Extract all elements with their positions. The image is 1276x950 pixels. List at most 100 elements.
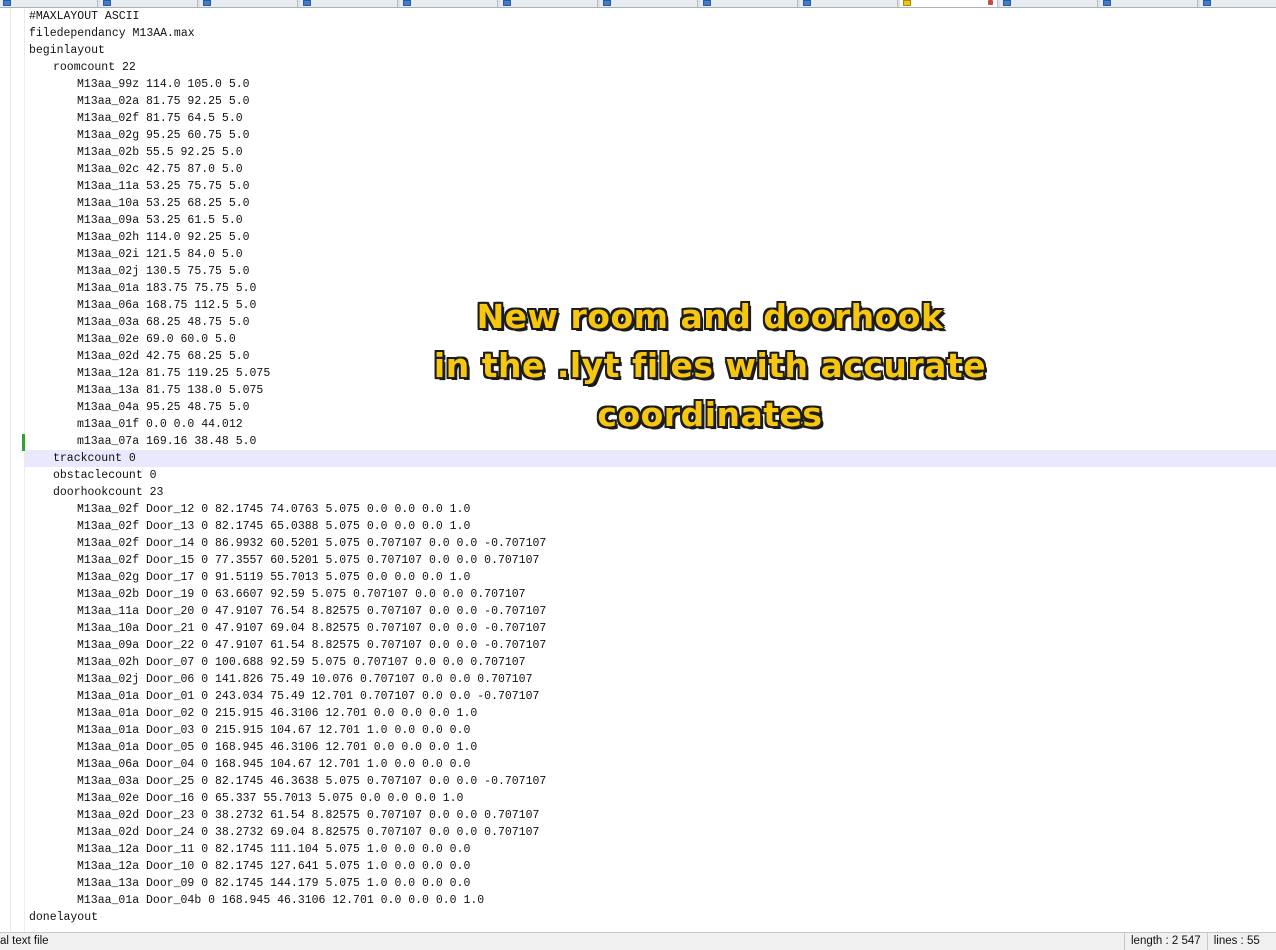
code-line-text: M13aa_02b 55.5 92.25 5.0 (77, 146, 243, 159)
file-tab[interactable] (300, 0, 398, 7)
caption-line: coordinates (597, 395, 823, 434)
code-line[interactable]: M13aa_02b 55.5 92.25 5.0 (25, 144, 1276, 161)
file-tab[interactable] (1000, 0, 1098, 7)
code-line[interactable]: #MAXLAYOUT ASCII (25, 8, 1276, 25)
code-line-text: M13aa_12a Door_11 0 82.1745 111.104 5.07… (77, 843, 471, 856)
code-line[interactable]: M13aa_12a Door_11 0 82.1745 111.104 5.07… (25, 841, 1276, 858)
code-line[interactable]: M13aa_02h 114.0 92.25 5.0 (25, 229, 1276, 246)
code-line[interactable]: M13aa_13a Door_09 0 82.1745 144.179 5.07… (25, 875, 1276, 892)
file-tab[interactable] (0, 0, 98, 7)
code-line[interactable]: M13aa_01a Door_02 0 215.915 46.3106 12.7… (25, 705, 1276, 722)
code-line-text: M13aa_01a Door_02 0 215.915 46.3106 12.7… (77, 707, 478, 720)
code-line[interactable]: M13aa_02c 42.75 87.0 5.0 (25, 161, 1276, 178)
file-tab[interactable] (1200, 0, 1276, 7)
code-line[interactable]: M13aa_02h Door_07 0 100.688 92.59 5.075 … (25, 654, 1276, 671)
code-line[interactable]: M13aa_02f 81.75 64.5 5.0 (25, 110, 1276, 127)
close-icon[interactable] (988, 0, 993, 5)
code-line-text: M13aa_02f Door_13 0 82.1745 65.0388 5.07… (77, 520, 471, 533)
code-line-text: M13aa_02f Door_12 0 82.1745 74.0763 5.07… (77, 503, 471, 516)
code-line-text: roomcount 22 (53, 61, 136, 74)
code-line[interactable]: M13aa_02d Door_24 0 38.2732 69.04 8.8257… (25, 824, 1276, 841)
code-line-text: M13aa_02j Door_06 0 141.826 75.49 10.076… (77, 673, 533, 686)
code-line[interactable]: M13aa_02g 95.25 60.75 5.0 (25, 127, 1276, 144)
file-tab[interactable] (1100, 0, 1198, 7)
code-line[interactable]: M13aa_01a Door_04b 0 168.945 46.3106 12.… (25, 892, 1276, 909)
text-editor[interactable]: #MAXLAYOUT ASCII filedependancy M13AA.max… (25, 8, 1276, 932)
file-tab[interactable] (100, 0, 198, 7)
code-line[interactable]: M13aa_02f Door_12 0 82.1745 74.0763 5.07… (25, 501, 1276, 518)
code-line[interactable]: M13aa_02b Door_19 0 63.6607 92.59 5.075 … (25, 586, 1276, 603)
code-line-text: #MAXLAYOUT ASCII (29, 10, 140, 23)
code-line[interactable]: M13aa_02a 81.75 92.25 5.0 (25, 93, 1276, 110)
status-lines: lines : 55 (1206, 933, 1266, 950)
code-line[interactable]: M13aa_06a Door_04 0 168.945 104.67 12.70… (25, 756, 1276, 773)
code-line-text: M13aa_02f 81.75 64.5 5.0 (77, 112, 243, 125)
code-line[interactable]: M13aa_02i 121.5 84.0 5.0 (25, 246, 1276, 263)
file-tab[interactable] (800, 0, 898, 7)
code-line-text: M13aa_01a Door_05 0 168.945 46.3106 12.7… (77, 741, 478, 754)
code-line-text: beginlayout (29, 44, 105, 57)
code-line-text: M13aa_02i 121.5 84.0 5.0 (77, 248, 243, 261)
code-line[interactable]: donelayout (25, 909, 1276, 926)
code-line-text: M13aa_13a Door_09 0 82.1745 144.179 5.07… (77, 877, 471, 890)
code-line[interactable]: roomcount 22 (25, 59, 1276, 76)
code-line-text: M13aa_03a 68.25 48.75 5.0 (77, 316, 250, 329)
file-tab[interactable] (600, 0, 698, 7)
code-line[interactable]: M13aa_01a Door_03 0 215.915 104.67 12.70… (25, 722, 1276, 739)
code-line[interactable]: M13aa_10a Door_21 0 47.9107 69.04 8.8257… (25, 620, 1276, 637)
code-line-text: M13aa_06a Door_04 0 168.945 104.67 12.70… (77, 758, 471, 771)
code-line-text: M13aa_04a 95.25 48.75 5.0 (77, 401, 250, 414)
code-line[interactable]: M13aa_10a 53.25 68.25 5.0 (25, 195, 1276, 212)
code-line-text: M13aa_13a 81.75 138.0 5.075 (77, 384, 264, 397)
code-line[interactable]: M13aa_02d Door_23 0 38.2732 61.54 8.8257… (25, 807, 1276, 824)
file-icon (3, 0, 11, 6)
code-line[interactable]: M13aa_11a Door_20 0 47.9107 76.54 8.8257… (25, 603, 1276, 620)
file-icon (903, 0, 911, 6)
tab-bar (0, 0, 1276, 8)
line-gutter[interactable] (0, 8, 25, 932)
code-line-text: obstaclecount 0 (53, 469, 157, 482)
code-line-text: M13aa_02e Door_16 0 65.337 55.7013 5.075… (77, 792, 464, 805)
code-line-text: trackcount 0 (53, 452, 136, 465)
code-line[interactable]: M13aa_99z 114.0 105.0 5.0 (25, 76, 1276, 93)
file-tab-active[interactable] (900, 0, 998, 7)
code-line-text: M13aa_01a 183.75 75.75 5.0 (77, 282, 257, 295)
file-tab[interactable] (700, 0, 798, 7)
code-line-text: M13aa_01a Door_03 0 215.915 104.67 12.70… (77, 724, 471, 737)
code-line[interactable]: M13aa_02f Door_13 0 82.1745 65.0388 5.07… (25, 518, 1276, 535)
code-line[interactable]: M13aa_11a 53.25 75.75 5.0 (25, 178, 1276, 195)
code-line[interactable]: filedependancy M13AA.max (25, 25, 1276, 42)
code-line[interactable]: doorhookcount 23 (25, 484, 1276, 501)
code-line[interactable]: M13aa_01a Door_01 0 243.034 75.49 12.701… (25, 688, 1276, 705)
code-line[interactable]: M13aa_03a Door_25 0 82.1745 46.3638 5.07… (25, 773, 1276, 790)
code-line[interactable]: M13aa_09a 53.25 61.5 5.0 (25, 212, 1276, 229)
code-line-text: M13aa_02g 95.25 60.75 5.0 (77, 129, 250, 142)
code-line[interactable]: M13aa_02j Door_06 0 141.826 75.49 10.076… (25, 671, 1276, 688)
code-line[interactable]: M13aa_02f Door_14 0 86.9932 60.5201 5.07… (25, 535, 1276, 552)
file-tab[interactable] (400, 0, 498, 7)
code-line[interactable]: M13aa_02f Door_15 0 77.3557 60.5201 5.07… (25, 552, 1276, 569)
code-line-text: M13aa_02d Door_23 0 38.2732 61.54 8.8257… (77, 809, 540, 822)
fold-margin (10, 8, 11, 932)
code-line[interactable]: M13aa_02e Door_16 0 65.337 55.7013 5.075… (25, 790, 1276, 807)
file-icon (1003, 0, 1011, 6)
code-line[interactable]: M13aa_01a Door_05 0 168.945 46.3106 12.7… (25, 739, 1276, 756)
code-line[interactable]: obstaclecount 0 (25, 467, 1276, 484)
file-icon (1203, 0, 1211, 6)
file-tab[interactable] (500, 0, 598, 7)
code-line-text: M13aa_02f Door_14 0 86.9932 60.5201 5.07… (77, 537, 547, 550)
code-line-text: M13aa_02j 130.5 75.75 5.0 (77, 265, 250, 278)
code-line[interactable]: beginlayout (25, 42, 1276, 59)
code-line[interactable]: M13aa_02j 130.5 75.75 5.0 (25, 263, 1276, 280)
file-icon (1103, 0, 1111, 6)
code-line[interactable]: M13aa_02g Door_17 0 91.5119 55.7013 5.07… (25, 569, 1276, 586)
code-line[interactable]: M13aa_12a Door_10 0 82.1745 127.641 5.07… (25, 858, 1276, 875)
file-tab[interactable] (200, 0, 298, 7)
change-marker (22, 434, 25, 451)
code-line[interactable]: M13aa_09a Door_22 0 47.9107 61.54 8.8257… (25, 637, 1276, 654)
file-icon (603, 0, 611, 6)
code-line-text: donelayout (29, 911, 99, 924)
file-icon (103, 0, 111, 6)
code-line[interactable]: trackcount 0 (25, 450, 1276, 467)
code-line-text: M13aa_11a Door_20 0 47.9107 76.54 8.8257… (77, 605, 547, 618)
